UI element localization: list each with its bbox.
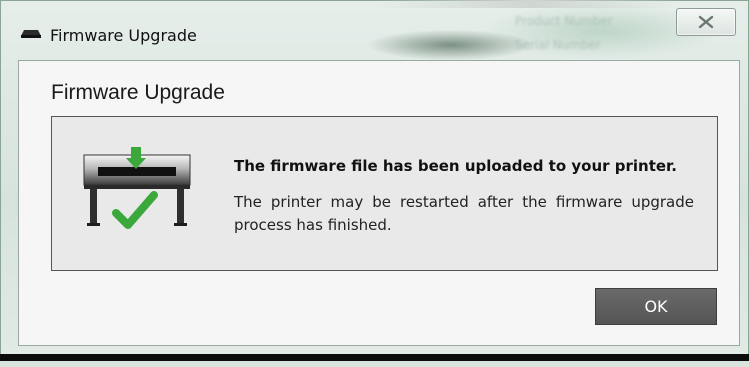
- message-body: The printer may be restarted after the f…: [234, 193, 694, 234]
- dialog-heading: Firmware Upgrade: [51, 81, 225, 104]
- window-title: Firmware Upgrade: [50, 26, 197, 45]
- printer-app-icon: [21, 30, 41, 38]
- background-strip: [0, 361, 749, 367]
- message-title: The firmware file has been uploaded to y…: [234, 157, 678, 175]
- background-blur: [380, 0, 680, 8]
- printer-upload-check-icon: [83, 147, 191, 229]
- dialog-body: Firmware Upgrade The firmware file has b…: [18, 60, 740, 346]
- background-ghost-text: Product Number: [515, 14, 613, 28]
- message-panel: The firmware file has been uploaded to y…: [51, 116, 718, 271]
- window-bottom-edge: [0, 354, 749, 361]
- ok-button[interactable]: OK: [595, 288, 717, 325]
- close-icon: [698, 15, 714, 29]
- background-ghost-text: Serial Number: [515, 38, 601, 52]
- window-close-button[interactable]: [676, 8, 736, 36]
